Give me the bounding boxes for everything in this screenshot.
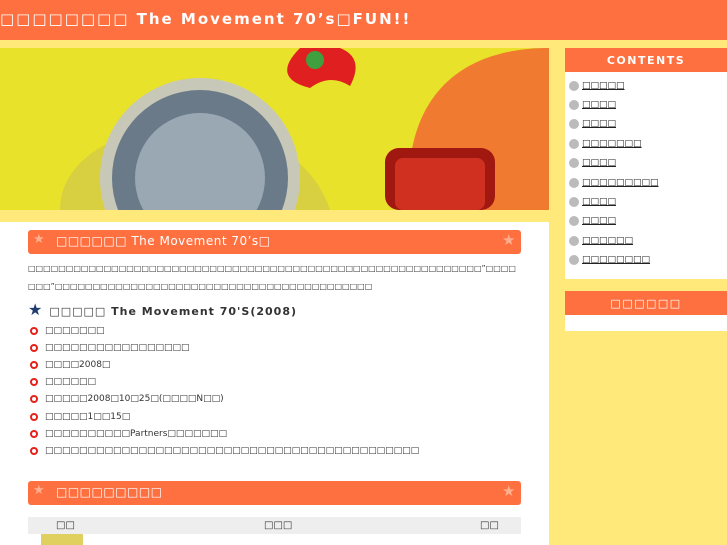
sidebar-item[interactable]: □□□□: [569, 95, 727, 114]
item-text: □□□□□□□□□□□□□□□□□: [45, 342, 190, 353]
circle-arrow-icon: [569, 100, 579, 111]
subheading-text: □□□□□ The Movement 70'S(2008): [49, 305, 298, 318]
sidebar-contents: CONTENTS □□□□□ □□□□ □□□□ □□□□□□□ □□□□ □□□□□□□…: [565, 48, 727, 279]
section-title: □□□□□□ The Movement 70’s□: [56, 234, 271, 248]
circle-arrow-icon: [569, 255, 579, 266]
sidebar-link[interactable]: □□□□□□: [582, 236, 633, 246]
circle-arrow-icon: [569, 138, 579, 149]
bullet-icon: [30, 343, 38, 352]
circle-arrow-icon: [569, 119, 579, 130]
circle-arrow-icon: [569, 216, 579, 227]
sidebar-item[interactable]: □□□□: [569, 192, 727, 211]
item-text: □□□□□2008□10□25□(□□□□N□□): [45, 394, 224, 405]
sidebar-link[interactable]: □□□□□□□□: [582, 255, 650, 265]
hero-image: [0, 48, 549, 210]
sidebar-item[interactable]: □□□□□□: [569, 231, 727, 250]
list-item: □□□□□1□□15□: [30, 408, 521, 425]
sidebar-item[interactable]: □□□□: [569, 154, 727, 173]
item-text: □□□□□1□□15□: [45, 411, 131, 422]
sidebar-item[interactable]: □□□□: [569, 115, 727, 134]
column-header: □□: [480, 520, 499, 531]
main-content: ★ □□□□□□ The Movement 70’s□ ★ □□□□□□□□□□□□…: [0, 222, 549, 545]
sidebar-link[interactable]: □□□□: [582, 158, 616, 168]
section-title: □□□□□□□□□: [56, 485, 163, 499]
sidebar-link[interactable]: □□□□□□□: [582, 139, 642, 149]
bullet-icon: [30, 326, 38, 335]
sidebar-box: □□□□□□: [565, 291, 727, 331]
list-item: □□□□□□□□□□Partners□□□□□□□: [30, 425, 521, 442]
item-text: □□□□□□: [45, 377, 97, 388]
circle-arrow-icon: [569, 80, 579, 91]
sidebar-item[interactable]: □□□□: [569, 212, 727, 231]
sidebar-link[interactable]: □□□□: [582, 119, 616, 129]
sidebar-item[interactable]: □□□□□: [569, 76, 727, 95]
bullet-icon: [30, 412, 38, 421]
product-thumbnail[interactable]: [41, 534, 83, 545]
circle-arrow-icon: [569, 197, 579, 208]
section-heading-intro: ★ □□□□□□ The Movement 70’s□ ★: [28, 230, 521, 254]
table-header: □□ □□□ □□: [28, 517, 521, 534]
item-text: □□□□□□□□□□Partners□□□□□□□: [45, 428, 227, 439]
star-icon: ★: [33, 483, 46, 498]
column-header: □□: [56, 520, 75, 531]
list-item: □□□□□□□□□□□□□□□□□: [30, 339, 521, 356]
bullet-icon: [30, 446, 38, 455]
bullet-icon: [30, 429, 38, 438]
bullet-icon: [30, 360, 38, 369]
intro-text: □□□□□□□□□□□□□□□□□□□□□□□□□□□□□□□□□□□□□□□□…: [28, 264, 516, 291]
list-item: □□□□□□: [30, 374, 521, 391]
column-header: □□□: [264, 520, 293, 531]
item-text: □□□□□□□: [45, 325, 105, 336]
sidebar-item[interactable]: □□□□□□□: [569, 134, 727, 153]
sidebar-link[interactable]: □□□□: [582, 100, 616, 110]
circle-arrow-icon: [569, 235, 579, 246]
star-icon: ★: [28, 300, 44, 319]
circle-arrow-icon: [569, 158, 579, 169]
circle-arrow-icon: [569, 177, 579, 188]
sidebar-link[interactable]: □□□□□□□□□: [582, 178, 659, 188]
star-icon: ★: [33, 232, 46, 247]
item-text: □□□□□□□□□□□□□□□□□□□□□□□□□□□□□□□□□□□□□□□□…: [45, 445, 420, 456]
sidebar-item[interactable]: □□□□□□□□: [569, 251, 727, 270]
list-item: □□□□2008□: [30, 356, 521, 373]
sidebar-link[interactable]: □□□□: [582, 216, 616, 226]
sidebar-item[interactable]: □□□□□□□□□: [569, 173, 727, 192]
site-title[interactable]: □□□□□□□□ The Movement 70’s□FUN!!: [0, 10, 727, 28]
sidebar-heading: CONTENTS: [565, 48, 727, 72]
site-header: □□□□□□□□ The Movement 70’s□FUN!!: [0, 0, 727, 40]
info-list: □□□□□□□ □□□□□□□□□□□□□□□□□ □□□□2008□ □□□□…: [30, 322, 521, 460]
sidebar-link[interactable]: □□□□: [582, 197, 616, 207]
item-text: □□□□2008□: [45, 359, 111, 370]
subheading: ★ □□□□□ The Movement 70'S(2008): [28, 300, 521, 319]
list-item: □□□□□2008□10□25□(□□□□N□□): [30, 391, 521, 408]
bullet-icon: [30, 378, 38, 387]
section-heading-2: ★ □□□□□□□□□ ★: [28, 481, 521, 505]
star-icon: ★: [502, 482, 516, 500]
contents-nav: □□□□□ □□□□ □□□□ □□□□□□□ □□□□ □□□□□□□□□ □□□□ □□□…: [565, 72, 727, 270]
list-item: □□□□□□□: [30, 322, 521, 339]
sidebar-heading: □□□□□□: [565, 291, 727, 315]
list-item: □□□□□□□□□□□□□□□□□□□□□□□□□□□□□□□□□□□□□□□□…: [30, 442, 521, 459]
sidebar-link[interactable]: □□□□□: [582, 81, 625, 91]
bullet-icon: [30, 395, 38, 404]
star-icon: ★: [502, 231, 516, 249]
